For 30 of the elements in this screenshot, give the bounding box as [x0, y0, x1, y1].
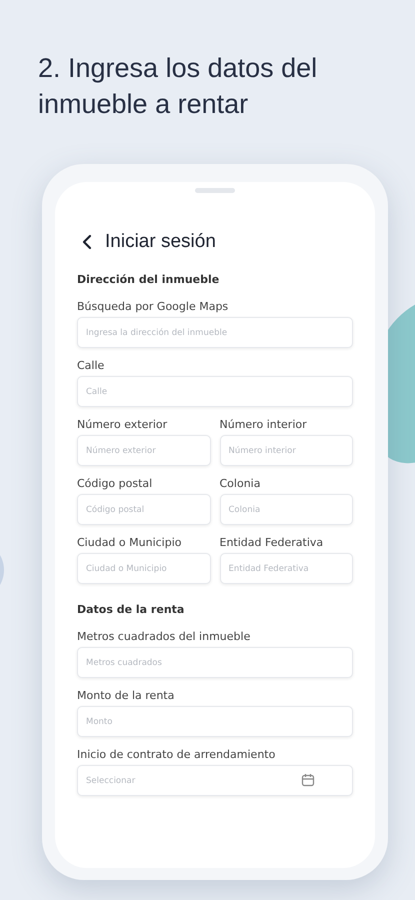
field-label: Entidad Federativa — [220, 535, 324, 550]
input-field[interactable]: Calle — [77, 376, 353, 407]
field-label: Monto de la renta — [77, 688, 176, 703]
field-label: Búsqueda por Google Maps — [77, 299, 230, 314]
input-field[interactable]: Ingresa la dirección del inmueble — [77, 317, 353, 348]
field-label: Metros cuadrados del inmueble — [77, 629, 252, 644]
field-label: Ciudad o Municipio — [77, 535, 182, 550]
field-label: Inicio de contrato de arrendamiento — [77, 747, 276, 762]
input-field[interactable]: Entidad Federativa — [220, 553, 353, 584]
calendar-icon[interactable] — [301, 773, 315, 787]
input-field[interactable]: Colonia — [220, 494, 353, 525]
field-label: Número exterior — [77, 417, 168, 432]
back-icon — [81, 234, 93, 250]
input-field[interactable]: Monto — [77, 706, 353, 737]
section-title: Datos de la renta — [77, 603, 186, 616]
input-field[interactable]: Número exterior — [77, 435, 210, 466]
field-label: Número interior — [220, 417, 308, 432]
field-label: Colonia — [220, 476, 262, 491]
back-button[interactable] — [81, 234, 93, 250]
date-field[interactable]: Seleccionar — [77, 765, 353, 796]
screen-title: Iniciar sesión — [105, 231, 216, 253]
headline: 2. Ingresa los datos del inmueble a rentar — [37, 52, 318, 121]
section-title: Dirección del inmueble — [77, 273, 220, 286]
input-field[interactable]: Metros cuadrados — [77, 647, 353, 678]
field-label: Calle — [77, 358, 106, 373]
field-label: Código postal — [77, 476, 154, 491]
input-field[interactable]: Ciudad o Municipio — [77, 553, 210, 584]
input-field[interactable]: Número interior — [220, 435, 353, 466]
notch — [195, 188, 235, 193]
input-field[interactable]: Código postal — [77, 494, 210, 525]
